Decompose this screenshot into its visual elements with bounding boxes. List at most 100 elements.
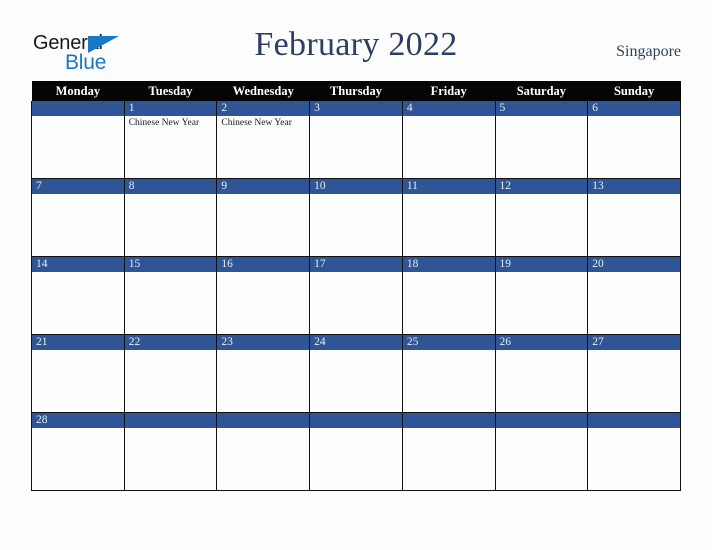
day-number: 17 <box>310 257 402 272</box>
calendar-week-row: 14 15 16 17 18 19 20 <box>31 256 681 335</box>
day-number: 14 <box>32 257 124 272</box>
day-number: 25 <box>402 335 495 350</box>
day-events <box>588 194 680 196</box>
calendar-day-cell[interactable]: 16 <box>216 256 311 335</box>
day-events <box>217 350 309 352</box>
day-number: 26 <box>495 335 588 350</box>
calendar-day-cell[interactable]: 25 <box>401 334 496 413</box>
day-events: Chinese New Year <box>217 116 309 129</box>
calendar-week-row: 21 22 23 24 25 26 27 <box>31 334 681 413</box>
page-header: General Blue February 2022 Singapore <box>0 0 712 81</box>
calendar-day-cell[interactable] <box>494 412 589 491</box>
day-number: 22 <box>124 335 217 350</box>
day-number: 9 <box>217 179 310 194</box>
day-events <box>125 194 217 196</box>
day-number: 2 <box>217 101 310 116</box>
day-events <box>496 272 588 274</box>
day-events <box>588 116 680 118</box>
day-number: 13 <box>588 179 680 194</box>
day-number: 10 <box>310 179 402 194</box>
day-number <box>32 101 124 116</box>
day-number: 19 <box>495 257 588 272</box>
calendar-day-cell[interactable]: 21 <box>31 334 125 413</box>
country-label: Singapore <box>616 43 681 60</box>
day-number: 3 <box>310 101 402 116</box>
weekday-header-monday: Monday <box>31 81 125 101</box>
calendar-day-cell[interactable]: 13 <box>587 178 681 257</box>
calendar-day-cell[interactable]: 5 <box>494 101 589 179</box>
day-events <box>32 428 124 430</box>
day-events <box>217 194 309 196</box>
calendar-week-row: 7 8 9 10 11 12 13 <box>31 178 681 257</box>
calendar-day-cell[interactable]: 4 <box>401 101 496 179</box>
calendar-day-cell[interactable]: 14 <box>31 256 125 335</box>
calendar-day-cell[interactable]: 20 <box>587 256 681 335</box>
day-events: Chinese New Year <box>125 116 217 129</box>
weekday-header-thursday: Thursday <box>309 81 403 101</box>
weekday-header-sunday: Sunday <box>587 81 681 101</box>
calendar-day-cell[interactable]: 28 <box>31 412 125 491</box>
day-events <box>496 428 588 430</box>
calendar-day-cell[interactable] <box>587 412 681 491</box>
calendar-day-cell[interactable]: 9 <box>216 178 311 257</box>
calendar-day-cell[interactable]: 11 <box>401 178 496 257</box>
day-number: 8 <box>124 179 217 194</box>
calendar-day-cell[interactable] <box>309 412 403 491</box>
calendar-week-row: 1 Chinese New Year 2 Chinese New Year 3 4 5 6 <box>31 101 681 179</box>
day-events <box>403 272 495 274</box>
day-events <box>496 194 588 196</box>
day-events <box>496 350 588 352</box>
day-events <box>32 194 124 196</box>
calendar-day-cell[interactable]: 26 <box>494 334 589 413</box>
calendar-day-cell[interactable] <box>123 412 218 491</box>
day-number <box>588 413 680 428</box>
day-events <box>32 350 124 352</box>
day-events <box>32 272 124 274</box>
day-number <box>310 413 402 428</box>
day-events <box>217 428 309 430</box>
calendar-day-cell[interactable]: 1 Chinese New Year <box>123 101 218 179</box>
calendar-day-cell[interactable]: 8 <box>123 178 218 257</box>
holiday-label: Chinese New Year <box>128 118 200 128</box>
day-number: 28 <box>32 413 124 428</box>
calendar-day-cell[interactable]: 24 <box>309 334 403 413</box>
day-number: 24 <box>310 335 402 350</box>
calendar-day-cell[interactable]: 10 <box>309 178 403 257</box>
calendar-day-cell[interactable] <box>216 412 311 491</box>
day-number: 16 <box>217 257 310 272</box>
day-events <box>496 116 588 118</box>
day-events <box>310 350 402 352</box>
day-events <box>403 116 495 118</box>
day-number: 20 <box>588 257 680 272</box>
day-number <box>495 413 588 428</box>
weekday-header-wednesday: Wednesday <box>216 81 310 101</box>
calendar-day-cell[interactable] <box>401 412 496 491</box>
calendar-day-cell[interactable]: 15 <box>123 256 218 335</box>
calendar-day-cell[interactable]: 6 <box>587 101 681 179</box>
calendar-day-cell[interactable]: 7 <box>31 178 125 257</box>
calendar-day-cell[interactable] <box>31 101 125 179</box>
calendar-day-cell[interactable]: 23 <box>216 334 311 413</box>
day-events <box>125 272 217 274</box>
calendar-day-cell[interactable]: 22 <box>123 334 218 413</box>
day-number: 12 <box>495 179 588 194</box>
calendar-day-cell[interactable]: 19 <box>494 256 589 335</box>
day-events <box>32 116 124 118</box>
calendar-day-cell[interactable]: 2 Chinese New Year <box>216 101 311 179</box>
calendar-day-cell[interactable]: 17 <box>309 256 403 335</box>
weekday-header-saturday: Saturday <box>495 81 588 101</box>
day-events <box>310 194 402 196</box>
calendar-day-cell[interactable]: 27 <box>587 334 681 413</box>
day-number: 18 <box>402 257 495 272</box>
calendar-day-cell[interactable]: 12 <box>494 178 589 257</box>
day-events <box>403 194 495 196</box>
calendar-day-cell[interactable]: 18 <box>401 256 496 335</box>
calendar-day-cell[interactable]: 3 <box>309 101 403 179</box>
weekday-header-row: Monday Tuesday Wednesday Thursday Friday Satu… <box>31 81 681 101</box>
day-events <box>588 428 680 430</box>
day-number <box>217 413 310 428</box>
day-number: 27 <box>588 335 680 350</box>
calendar-page: General Blue February 2022 Singapore Mon… <box>0 0 712 550</box>
holiday-label: Chinese New Year <box>221 118 292 128</box>
day-events <box>310 116 402 118</box>
